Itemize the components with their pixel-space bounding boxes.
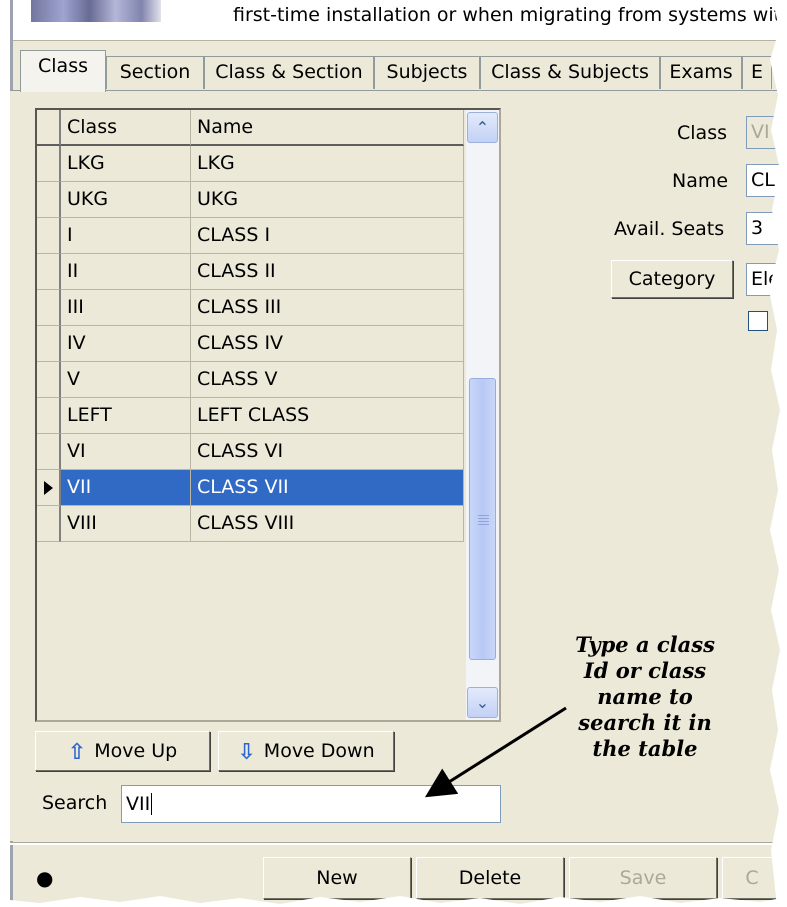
- save-label: Save: [619, 867, 667, 889]
- torn-edge-bottom: [0, 896, 787, 907]
- tab-class[interactable]: Class: [20, 50, 106, 92]
- new-label: New: [316, 867, 358, 889]
- annotation-arrow: [424, 706, 567, 798]
- globe-icon[interactable]: ●: [36, 866, 53, 890]
- torn-edge-right: [769, 0, 787, 907]
- delete-label: Delete: [458, 867, 522, 889]
- close-label: C: [745, 867, 759, 889]
- separator: [10, 842, 780, 845]
